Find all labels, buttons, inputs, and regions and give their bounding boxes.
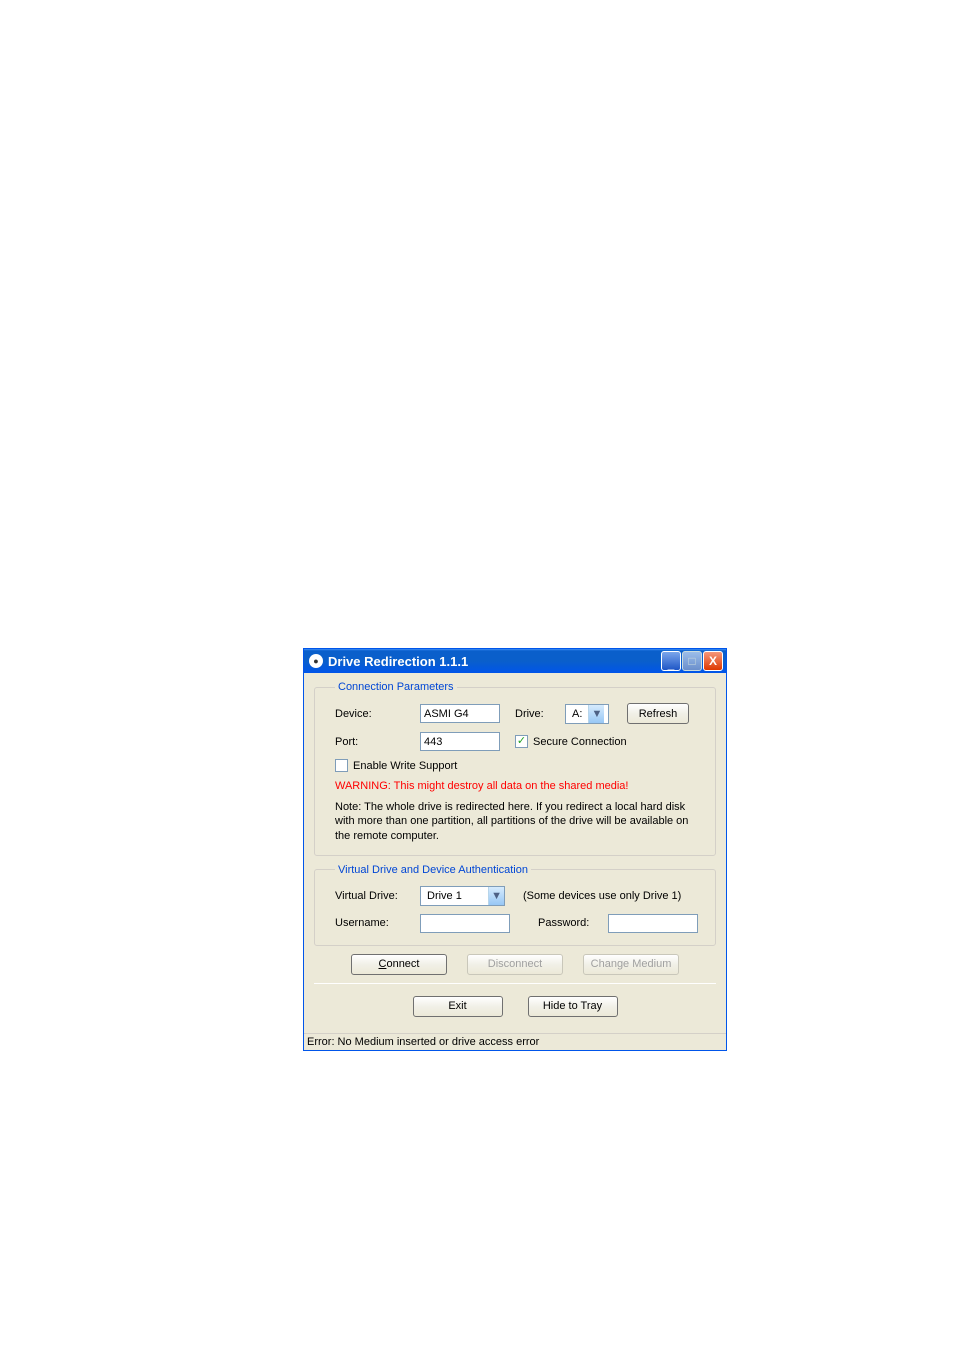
- virtual-drive-note: (Some devices use only Drive 1): [523, 890, 681, 902]
- exit-button[interactable]: Exit: [413, 996, 503, 1017]
- drive-select[interactable]: A: ▼: [565, 704, 609, 724]
- maximize-button: □: [682, 651, 702, 671]
- password-label: Password:: [538, 917, 608, 929]
- minimize-button[interactable]: _: [661, 651, 681, 671]
- titlebar[interactable]: Drive Redirection 1.1.1 _ □ X: [304, 649, 726, 673]
- app-icon: [309, 654, 323, 668]
- auth-legend: Virtual Drive and Device Authentication: [335, 864, 531, 876]
- refresh-button[interactable]: Refresh: [627, 703, 689, 724]
- hide-to-tray-button[interactable]: Hide to Tray: [528, 996, 618, 1017]
- connect-button[interactable]: Connect: [351, 954, 447, 975]
- username-label: Username:: [335, 917, 420, 929]
- drive-label: Drive:: [515, 708, 565, 720]
- connection-legend: Connection Parameters: [335, 681, 457, 693]
- authentication-group: Virtual Drive and Device Authentication …: [314, 864, 716, 946]
- secure-connection-label: Secure Connection: [533, 736, 627, 748]
- chevron-down-icon: ▼: [488, 887, 504, 905]
- port-label: Port:: [335, 736, 420, 748]
- device-label: Device:: [335, 708, 420, 720]
- secure-connection-checkbox[interactable]: ✓: [515, 735, 528, 748]
- virtual-drive-label: Virtual Drive:: [335, 890, 420, 902]
- close-button[interactable]: X: [703, 651, 723, 671]
- password-input[interactable]: [608, 914, 698, 933]
- change-medium-button: Change Medium: [583, 954, 679, 975]
- disconnect-button: Disconnect: [467, 954, 563, 975]
- chevron-down-icon: ▼: [588, 705, 604, 723]
- username-input[interactable]: [420, 914, 510, 933]
- window-title: Drive Redirection 1.1.1: [328, 654, 468, 669]
- status-bar: Error: No Medium inserted or drive acces…: [304, 1033, 726, 1050]
- write-support-label: Enable Write Support: [353, 760, 457, 772]
- port-input[interactable]: [420, 732, 500, 751]
- warning-text: WARNING: This might destroy all data on …: [335, 780, 703, 792]
- write-support-checkbox[interactable]: [335, 759, 348, 772]
- connection-parameters-group: Connection Parameters Device: Drive: A: …: [314, 681, 716, 856]
- note-text: Note: The whole drive is redirected here…: [335, 800, 703, 843]
- device-input[interactable]: [420, 704, 500, 723]
- virtual-drive-select[interactable]: Drive 1 ▼: [420, 886, 505, 906]
